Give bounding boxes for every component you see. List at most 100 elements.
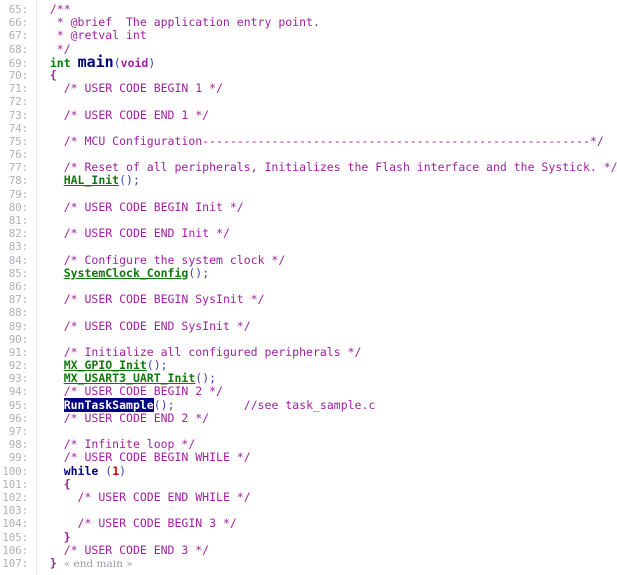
code-line[interactable]: 71: /* USER CODE BEGIN 1 */ [0, 82, 617, 96]
line-number: 101: [2, 477, 28, 491]
code-line[interactable]: 102: /* USER CODE END WHILE */ [0, 489, 617, 504]
code-token: } [63, 529, 71, 544]
code-line[interactable]: 106: /* USER CODE END 3 */ [0, 542, 617, 557]
fold-marker: « end main » [63, 557, 133, 570]
line-number: 93: [8, 372, 28, 386]
comment-token: * @retval int [36, 28, 147, 43]
code-token: ; [132, 173, 140, 188]
code-line[interactable]: 85: SystemClock_Config(); [0, 265, 617, 280]
line-number: 74: [8, 121, 28, 135]
code-line[interactable]: 67: * @retval int [0, 29, 617, 43]
code-line[interactable]: 69: int main(void) [0, 54, 617, 70]
code-token: ; [160, 358, 168, 373]
comment-token: /* USER CODE END 3 */ [63, 542, 210, 557]
comment-token: /* USER CODE END WHILE */ [77, 489, 251, 504]
line-number: 102: [2, 490, 28, 504]
line-number: 100: [2, 464, 28, 478]
function-call-token[interactable]: HAL_Init [64, 173, 119, 187]
code-line-content[interactable]: /* USER CODE END 3 */ [32, 542, 617, 557]
code-token: ; [209, 371, 217, 386]
comment-token: /* Infinite loop */ [63, 437, 196, 452]
code-line[interactable]: 96: /* USER CODE END 2 */ [0, 410, 617, 425]
code-line[interactable]: 107: } « end main » [0, 556, 617, 571]
code-line-content[interactable]: /* USER CODE END Init */ [32, 227, 617, 240]
code-line[interactable]: 80: /* USER CODE BEGIN Init */ [0, 199, 617, 214]
code-line-content[interactable]: /* USER CODE END SysInit */ [32, 319, 617, 333]
line-number: 106: [2, 543, 28, 557]
line-number: 81: [8, 214, 28, 227]
code-token: ) [148, 55, 156, 70]
code-line-content[interactable]: while (1) [32, 464, 617, 478]
code-line[interactable]: 75: /* MCU Configuration----------------… [0, 133, 617, 148]
code-token: { [49, 67, 57, 82]
comment-token: /* MCU Configuration--------------------… [63, 133, 604, 148]
line-number: 94: [8, 385, 28, 399]
code-line[interactable]: 78: HAL_Init(); [0, 174, 617, 188]
code-token: ; [167, 397, 175, 412]
code-line-content[interactable]: /* USER CODE BEGIN 3 */ [32, 517, 617, 530]
code-line-content[interactable]: /* USER CODE BEGIN 1 */ [32, 82, 617, 95]
code-line-content[interactable]: /* USER CODE END 1 */ [32, 108, 617, 122]
comment-token: /* Reset of all peripherals, Initializes… [63, 160, 617, 175]
line-number: 75: [8, 134, 28, 148]
selected-symbol[interactable]: RunTaskSample [63, 397, 154, 412]
line-number: 71: [8, 82, 28, 96]
line-number: 87: [8, 293, 28, 307]
code-editor[interactable]: 65: /** 66: * @brief The application entr… [0, 0, 617, 575]
line-number: 98: [8, 438, 28, 452]
code-line-content[interactable]: /* USER CODE END WHILE */ [32, 489, 617, 504]
code-token: () [195, 371, 210, 386]
function-call-token[interactable]: SystemClock_Config [64, 266, 189, 280]
code-token: ( [113, 55, 121, 70]
code-line-content[interactable]: /* MCU Configuration--------------------… [32, 133, 617, 148]
line-number: 91: [8, 345, 28, 359]
code-line-content[interactable]: /* USER CODE END 2 */ [32, 410, 617, 425]
code-line[interactable]: 87: /* USER CODE BEGIN SysInit */ [0, 293, 617, 307]
code-line-content[interactable]: int main(void) [32, 54, 617, 70]
code-line[interactable]: 100: while (1) [0, 464, 617, 478]
line-number: 86: [8, 279, 28, 293]
code-line-content[interactable]: SystemClock_Config(); [32, 265, 617, 280]
line-number: 99: [8, 451, 28, 465]
function-call-token[interactable]: MX_USART3_UART_Init [64, 371, 196, 385]
code-line-content[interactable]: * @retval int [32, 29, 617, 42]
code-token: () [188, 265, 203, 280]
code-line-content[interactable]: } « end main » [32, 556, 617, 571]
code-line[interactable]: 82: /* USER CODE END Init */ [0, 227, 617, 241]
line-number: 66: [8, 16, 28, 30]
line-number: 104: [2, 517, 28, 531]
line-number: 79: [8, 187, 28, 201]
code-token: () [119, 173, 133, 188]
code-line-content[interactable]: /* USER CODE BEGIN Init */ [32, 199, 617, 214]
comment-token: /* USER CODE BEGIN Init */ [63, 199, 244, 214]
comment-token: /* USER CODE BEGIN SysInit */ [63, 292, 265, 307]
code-line-content[interactable]: */ [32, 42, 617, 56]
comment-token: /* USER CODE END 2 */ [63, 410, 210, 425]
code-line-content[interactable]: /* USER CODE BEGIN SysInit */ [32, 293, 617, 306]
code-line[interactable]: 89: /* USER CODE END SysInit */ [0, 319, 617, 333]
code-line[interactable]: 104: /* USER CODE BEGIN 3 */ [0, 517, 617, 531]
comment-token: //see task_sample.c [243, 397, 376, 412]
comment-token: * @brief The application entry point. [36, 15, 320, 30]
code-line[interactable]: 73: /* USER CODE END 1 */ [0, 108, 617, 122]
code-line-content[interactable]: HAL_Init(); [32, 174, 617, 187]
line-number: 65: [8, 3, 28, 16]
function-call-token[interactable]: MX_GPIO_Init [64, 358, 147, 372]
code-lines-container[interactable]: 65: /** 66: * @brief The application entr… [0, 2, 617, 571]
